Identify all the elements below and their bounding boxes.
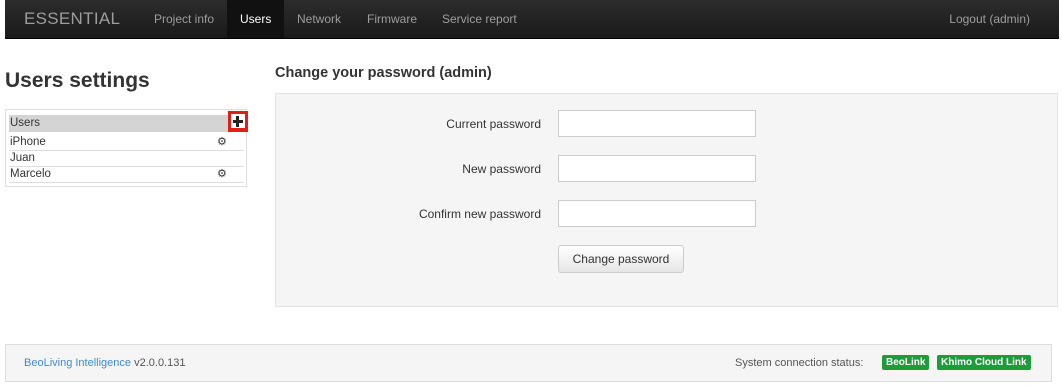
user-name: iPhone — [10, 136, 46, 148]
user-row-iphone[interactable]: iPhone ⚙ — [9, 135, 244, 151]
user-name: Juan — [10, 152, 35, 164]
new-password-input[interactable] — [558, 155, 756, 182]
gear-icon[interactable]: ⚙ — [217, 135, 227, 149]
brand-logo[interactable]: ESSENTIAL — [24, 9, 120, 29]
beolink-badge: BeoLink — [882, 355, 930, 370]
users-panel: Users iPhone ⚙ Juan Marcelo ⚙ — [5, 109, 248, 187]
confirm-password-label: Confirm new password — [418, 207, 541, 221]
version-text: v2.0.0.131 — [134, 357, 186, 369]
change-password-title: Change your password (admin) — [275, 65, 492, 81]
users-header-label: Users — [10, 117, 41, 129]
gear-icon[interactable]: ⚙ — [217, 167, 227, 181]
logout-link[interactable]: Logout (admin) — [949, 0, 1030, 38]
add-user-button[interactable] — [228, 111, 248, 132]
change-password-form: Current password New password Confirm ne… — [275, 93, 1058, 307]
footer-version: BeoLiving Intelligence v2.0.0.131 — [24, 357, 185, 369]
nav-project-info[interactable]: Project info — [141, 0, 227, 38]
users-list-header: Users — [9, 111, 248, 132]
user-row-marcelo[interactable]: Marcelo ⚙ — [9, 167, 244, 183]
nav-firmware[interactable]: Firmware — [354, 0, 430, 38]
current-password-label: Current password — [446, 117, 541, 131]
nav-service-report[interactable]: Service report — [429, 0, 530, 38]
top-navbar: ESSENTIAL Project info Users Network Fir… — [5, 0, 1059, 39]
current-password-input[interactable] — [558, 110, 756, 137]
change-password-button[interactable]: Change password — [558, 245, 684, 273]
new-password-label: New password — [462, 162, 541, 176]
user-name: Marcelo — [10, 168, 51, 180]
confirm-password-input[interactable] — [558, 200, 756, 227]
connection-status-label: System connection status: — [735, 357, 864, 369]
khimo-cloud-link-badge: Khimo Cloud Link — [937, 355, 1031, 370]
product-link[interactable]: BeoLiving Intelligence — [24, 357, 131, 369]
nav-network[interactable]: Network — [284, 0, 354, 38]
plus-icon — [231, 114, 245, 128]
footer: BeoLiving Intelligence v2.0.0.131 System… — [5, 344, 1052, 382]
users-settings-title: Users settings — [5, 69, 150, 92]
user-row-juan[interactable]: Juan — [9, 151, 244, 167]
nav-users[interactable]: Users — [227, 0, 285, 38]
